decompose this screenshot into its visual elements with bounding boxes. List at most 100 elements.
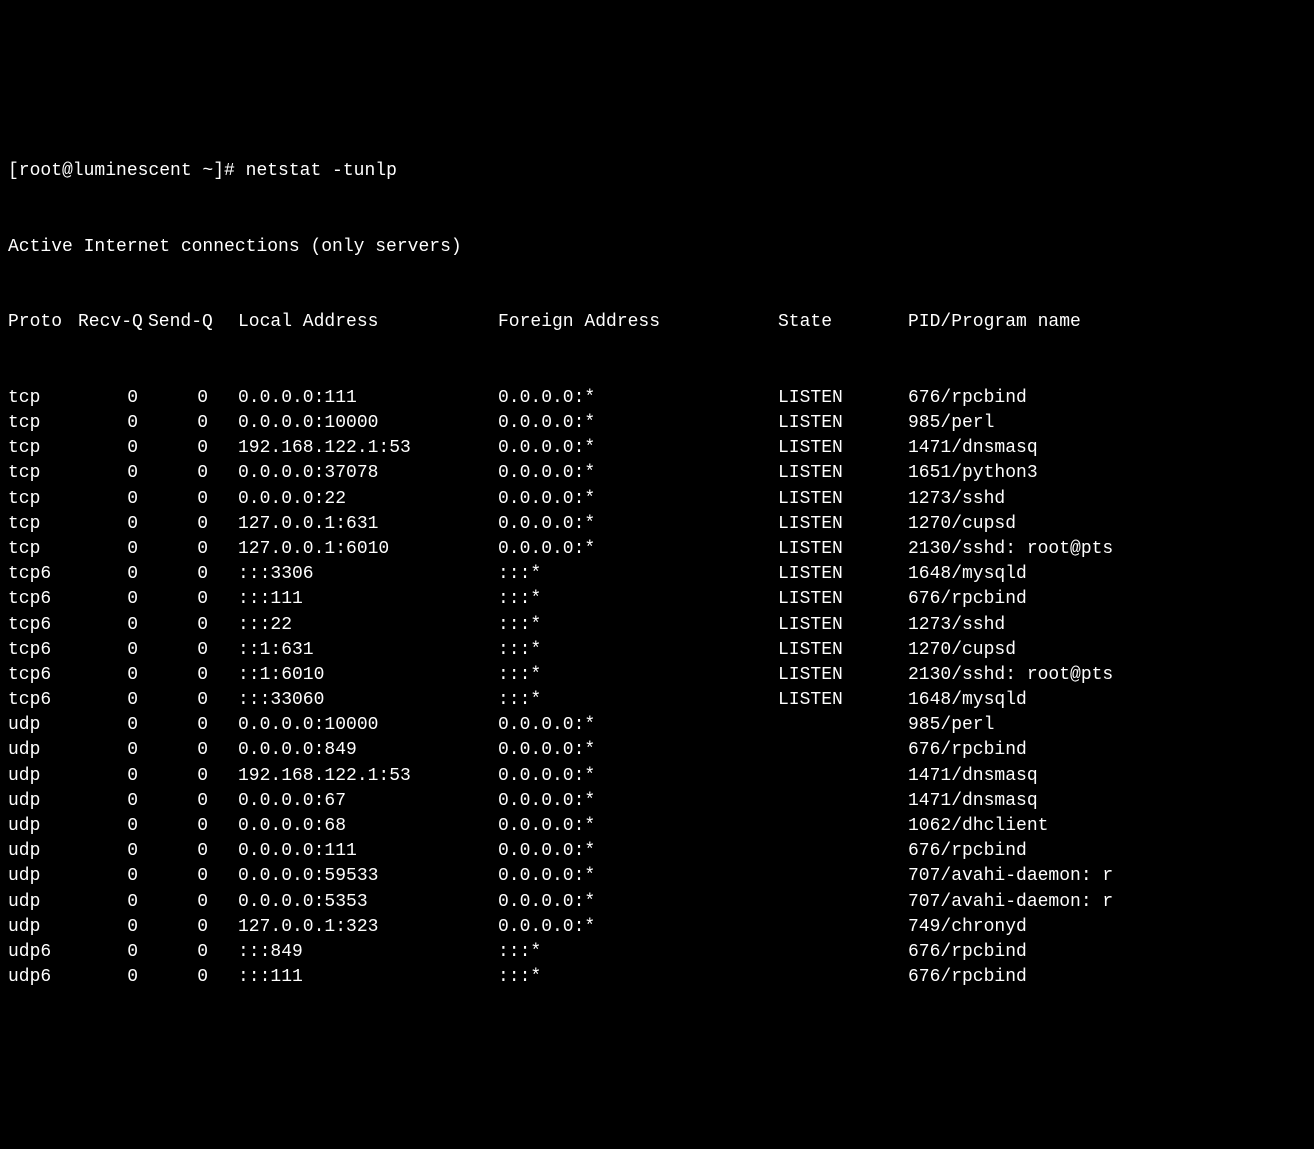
cell-pid-program: 749/chronyd [908, 915, 1314, 940]
cell-foreign-address: 0.0.0.0:* [498, 789, 778, 814]
cell-recvq: 0 [78, 864, 148, 889]
cell-sendq: 0 [148, 461, 218, 486]
cell-pid-program: 1270/cupsd [908, 512, 1314, 537]
table-header-row: ProtoRecv-QSend-QLocal AddressForeign Ad… [8, 310, 1314, 335]
cell-proto: tcp6 [8, 587, 78, 612]
cell-pid-program: 1471/dnsmasq [908, 764, 1314, 789]
cell-state [778, 814, 908, 839]
table-row: udp000.0.0.0:670.0.0.0:*1471/dnsmasq [8, 789, 1314, 814]
table-row: tcp000.0.0.0:370780.0.0.0:*LISTEN1651/py… [8, 461, 1314, 486]
cell-state: LISTEN [778, 638, 908, 663]
table-row: udp000.0.0.0:1110.0.0.0:*676/rpcbind [8, 839, 1314, 864]
cell-state: LISTEN [778, 613, 908, 638]
table-row: tcp00127.0.0.1:6310.0.0.0:*LISTEN1270/cu… [8, 512, 1314, 537]
table-row: udp000.0.0.0:53530.0.0.0:*707/avahi-daem… [8, 890, 1314, 915]
cell-local-address: 127.0.0.1:631 [218, 512, 498, 537]
cell-recvq: 0 [78, 537, 148, 562]
header-sendq: Send-Q [148, 310, 218, 335]
cell-recvq: 0 [78, 789, 148, 814]
table-row: tcp00192.168.122.1:530.0.0.0:*LISTEN1471… [8, 436, 1314, 461]
cell-state: LISTEN [778, 663, 908, 688]
prompt-line: [root@luminescent ~]# netstat -tunlp [8, 159, 1314, 184]
cell-pid-program: 676/rpcbind [908, 738, 1314, 763]
cell-pid-program: 985/perl [908, 713, 1314, 738]
cell-state: LISTEN [778, 512, 908, 537]
cell-pid-program: 707/avahi-daemon: r [908, 864, 1314, 889]
cell-sendq: 0 [148, 562, 218, 587]
cell-local-address: 127.0.0.1:323 [218, 915, 498, 940]
cell-proto: tcp6 [8, 688, 78, 713]
cell-state [778, 839, 908, 864]
cell-pid-program: 676/rpcbind [908, 587, 1314, 612]
cell-local-address: 192.168.122.1:53 [218, 436, 498, 461]
cell-recvq: 0 [78, 814, 148, 839]
cell-pid-program: 1471/dnsmasq [908, 436, 1314, 461]
cell-sendq: 0 [148, 537, 218, 562]
cell-proto: udp [8, 764, 78, 789]
cell-sendq: 0 [148, 965, 218, 990]
table-row: tcp600::1:631:::*LISTEN1270/cupsd [8, 638, 1314, 663]
terminal-window[interactable]: [root@luminescent ~]# netstat -tunlp Act… [8, 109, 1314, 1016]
cell-local-address: 0.0.0.0:37078 [218, 461, 498, 486]
cell-local-address: :::849 [218, 940, 498, 965]
cell-state [778, 713, 908, 738]
cell-foreign-address: 0.0.0.0:* [498, 814, 778, 839]
cell-recvq: 0 [78, 890, 148, 915]
cell-foreign-address: 0.0.0.0:* [498, 386, 778, 411]
cell-pid-program: 676/rpcbind [908, 940, 1314, 965]
cell-local-address: 0.0.0.0:22 [218, 487, 498, 512]
cell-local-address: ::1:6010 [218, 663, 498, 688]
cell-recvq: 0 [78, 461, 148, 486]
cell-foreign-address: :::* [498, 688, 778, 713]
header-state: State [778, 310, 908, 335]
cell-foreign-address: 0.0.0.0:* [498, 764, 778, 789]
cell-state: LISTEN [778, 436, 908, 461]
cell-proto: tcp6 [8, 638, 78, 663]
cell-proto: udp [8, 915, 78, 940]
cell-state [778, 738, 908, 763]
cell-recvq: 0 [78, 587, 148, 612]
cell-local-address: :::111 [218, 965, 498, 990]
cell-proto: tcp [8, 537, 78, 562]
cell-proto: udp [8, 789, 78, 814]
table-row: udp600:::849:::*676/rpcbind [8, 940, 1314, 965]
table-row: tcp600:::111:::*LISTEN676/rpcbind [8, 587, 1314, 612]
cell-recvq: 0 [78, 688, 148, 713]
cell-state: LISTEN [778, 386, 908, 411]
cell-proto: tcp [8, 487, 78, 512]
cell-local-address: :::3306 [218, 562, 498, 587]
cell-recvq: 0 [78, 512, 148, 537]
cell-sendq: 0 [148, 764, 218, 789]
cell-state: LISTEN [778, 587, 908, 612]
header-recvq: Recv-Q [78, 310, 148, 335]
cell-foreign-address: :::* [498, 663, 778, 688]
table-row: tcp600::1:6010:::*LISTEN2130/sshd: root@… [8, 663, 1314, 688]
cell-state [778, 764, 908, 789]
cell-recvq: 0 [78, 738, 148, 763]
shell-prompt: [root@luminescent ~]# [8, 159, 246, 184]
cell-pid-program: 676/rpcbind [908, 839, 1314, 864]
cell-foreign-address: 0.0.0.0:* [498, 738, 778, 763]
table-row: tcp600:::33060:::*LISTEN1648/mysqld [8, 688, 1314, 713]
table-row: tcp600:::3306:::*LISTEN1648/mysqld [8, 562, 1314, 587]
cell-recvq: 0 [78, 965, 148, 990]
cell-foreign-address: 0.0.0.0:* [498, 461, 778, 486]
cell-state [778, 940, 908, 965]
cell-foreign-address: 0.0.0.0:* [498, 512, 778, 537]
cell-sendq: 0 [148, 638, 218, 663]
cell-recvq: 0 [78, 487, 148, 512]
header-pid: PID/Program name [908, 310, 1314, 335]
cell-pid-program: 1273/sshd [908, 487, 1314, 512]
cell-state [778, 965, 908, 990]
cell-recvq: 0 [78, 839, 148, 864]
cell-foreign-address: 0.0.0.0:* [498, 713, 778, 738]
table-row: tcp00127.0.0.1:60100.0.0.0:*LISTEN2130/s… [8, 537, 1314, 562]
cell-proto: tcp [8, 436, 78, 461]
cell-sendq: 0 [148, 940, 218, 965]
cell-local-address: :::22 [218, 613, 498, 638]
cell-pid-program: 2130/sshd: root@pts [908, 663, 1314, 688]
cell-proto: tcp6 [8, 663, 78, 688]
cell-pid-program: 676/rpcbind [908, 965, 1314, 990]
cell-sendq: 0 [148, 436, 218, 461]
cell-state: LISTEN [778, 537, 908, 562]
